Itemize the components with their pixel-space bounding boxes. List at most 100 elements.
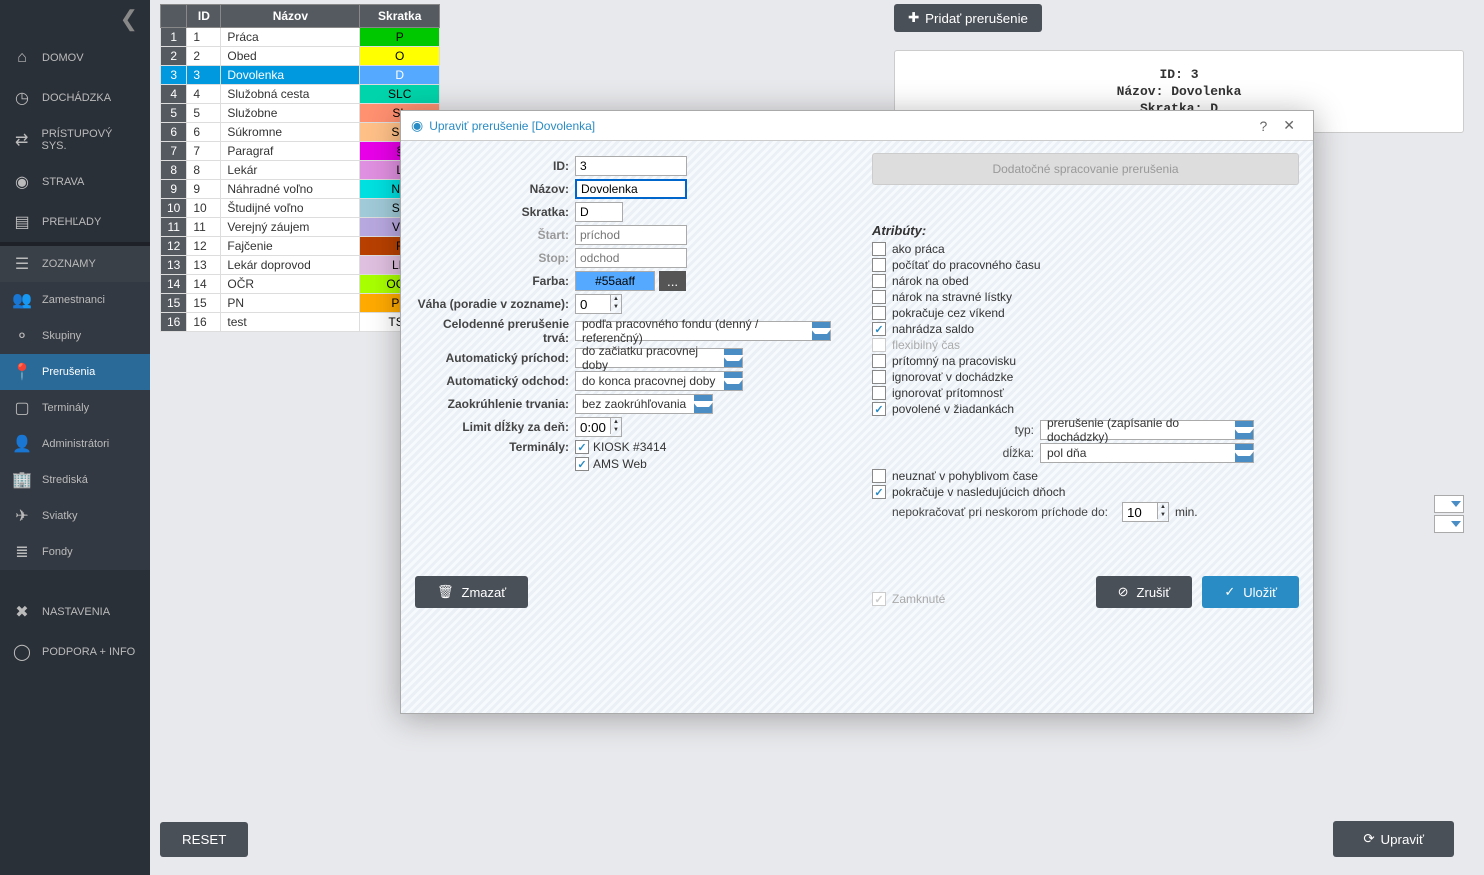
- attr-pokračuje-v-nasledujúcich-dňoch[interactable]: pokračuje v nasledujúcich dňoch: [872, 485, 1299, 499]
- side-dd-2[interactable]: [1434, 515, 1464, 533]
- help-icon[interactable]: ?: [1251, 118, 1275, 134]
- edit-interruption-dialog: ◉ Upraviť prerušenie [Dovolenka] ? ✕ ID:…: [400, 110, 1314, 714]
- sidebar-collapse-icon[interactable]: ❮: [0, 0, 150, 38]
- short-field[interactable]: [575, 202, 623, 222]
- nav-administrtori[interactable]: 👤Administrátori: [0, 426, 150, 462]
- name-field[interactable]: [575, 179, 687, 199]
- cancel-button[interactable]: ⊘ Zrušiť: [1096, 576, 1193, 608]
- attr-nárok-na-obed[interactable]: nárok na obed: [872, 274, 1299, 288]
- nav-preruenia[interactable]: 📍Prerušenia: [0, 354, 150, 390]
- attributes-title: Atribúty:: [872, 223, 1299, 238]
- terminal-kiosk-checkbox[interactable]: [575, 440, 589, 454]
- dialog-footer: 🗑 Zmazať ⊘ Zrušiť ✓ Uložiť: [401, 564, 1313, 620]
- typ-select[interactable]: prerušenie (zapísanie do dochádzky): [1040, 420, 1254, 440]
- attr-ignorovať-v-dochádzke[interactable]: ignorovať v dochádzke: [872, 370, 1299, 384]
- id-field[interactable]: [575, 156, 687, 176]
- table-row[interactable]: 22ObedO: [161, 47, 440, 66]
- table-row[interactable]: 1515PNPN: [161, 294, 440, 313]
- list-icon: ☰: [12, 254, 32, 274]
- dialog-title: Upraviť prerušenie [Dovolenka]: [429, 119, 1251, 133]
- table-row[interactable]: 77Paragraf§: [161, 142, 440, 161]
- home-icon: ⌂: [12, 48, 32, 68]
- terminal-amsweb-checkbox[interactable]: [575, 457, 589, 471]
- table-row[interactable]: 1313Lekár doprovodLD: [161, 256, 440, 275]
- attr-neuznať-v-pohyblivom-čase[interactable]: neuznať v pohyblivom čase: [872, 469, 1299, 483]
- table-row[interactable]: 1010Študijné voľnoSV: [161, 199, 440, 218]
- stop-field[interactable]: [575, 248, 687, 268]
- holiday-icon: ✈: [12, 506, 32, 526]
- additional-processing-button[interactable]: Dodatočné spracovanie prerušenia: [872, 153, 1299, 185]
- terminal-icon: ▢: [12, 398, 32, 418]
- table-row[interactable]: 1212FajčenieF: [161, 237, 440, 256]
- nav-prehady[interactable]: ▤PREHĽADY: [0, 202, 150, 242]
- clock-icon: ◷: [12, 88, 32, 108]
- attr-pokračuje-cez-víkend[interactable]: pokračuje cez víkend: [872, 306, 1299, 320]
- reset-button[interactable]: RESET: [160, 822, 248, 857]
- nav-domov[interactable]: ⌂DOMOV: [0, 38, 150, 78]
- table-row[interactable]: 1111Verejný záujemVZ: [161, 218, 440, 237]
- interruptions-table: ID Názov Skratka 11PrácaP22ObedO33Dovole…: [160, 4, 440, 332]
- building-icon: 🏢: [12, 470, 32, 490]
- attr-prítomný-na-pracovisku[interactable]: prítomný na pracovisku: [872, 354, 1299, 368]
- attr-počítať-do-pracovného-času[interactable]: počítať do pracovného času: [872, 258, 1299, 272]
- table-row[interactable]: 55SlužobneSL: [161, 104, 440, 123]
- dialog-header: ◉ Upraviť prerušenie [Dovolenka] ? ✕: [401, 111, 1313, 141]
- nav-nastavenia[interactable]: ✖NASTAVENIA: [0, 592, 150, 632]
- attr-flexibilný-čas: flexibilný čas: [872, 338, 1299, 352]
- table-row[interactable]: 33DovolenkaD: [161, 66, 440, 85]
- nav-fondy[interactable]: ≣Fondy: [0, 534, 150, 570]
- nav-sviatky[interactable]: ✈Sviatky: [0, 498, 150, 534]
- table-row[interactable]: 1616testTST: [161, 313, 440, 332]
- auto-out-select[interactable]: do konca pracovnej doby: [575, 371, 743, 391]
- close-icon[interactable]: ✕: [1275, 117, 1303, 134]
- nav-stredisk[interactable]: 🏢Strediská: [0, 462, 150, 498]
- color-field[interactable]: [575, 271, 655, 291]
- table-row[interactable]: 88LekárL: [161, 161, 440, 180]
- edit-button[interactable]: ⟳ Upraviť: [1333, 821, 1454, 857]
- attr-povolené-v-žiadankách[interactable]: povolené v žiadankách: [872, 402, 1299, 416]
- nav-skupiny[interactable]: ⚬Skupiny: [0, 318, 150, 354]
- attr-ignorovať-prítomnosť[interactable]: ignorovať prítomnosť: [872, 386, 1299, 400]
- stack-icon: ≣: [12, 542, 32, 562]
- table-row[interactable]: 1414OČROCR: [161, 275, 440, 294]
- color-picker-button[interactable]: ...: [659, 271, 686, 291]
- access-icon: ⇄: [12, 130, 31, 150]
- food-icon: ◉: [12, 172, 32, 192]
- plus-icon: ✚: [908, 10, 919, 26]
- save-button[interactable]: ✓ Uložiť: [1202, 576, 1299, 608]
- table-row[interactable]: 44Služobná cestaSLC: [161, 85, 440, 104]
- nav-prstupovsys[interactable]: ⇄PRÍSTUPOVÝ SYS.: [0, 118, 150, 162]
- pins-icon: 📍: [12, 362, 32, 382]
- col-id[interactable]: ID: [187, 5, 221, 28]
- delete-button[interactable]: 🗑 Zmazať: [415, 576, 528, 608]
- reports-icon: ▤: [12, 212, 32, 232]
- dialog-right-form: Dodatočné spracovanie prerušenia Atribút…: [872, 153, 1299, 608]
- pin-icon: ◉: [411, 117, 423, 134]
- nav-dochdzka[interactable]: ◷DOCHÁDZKA: [0, 78, 150, 118]
- fullday-select[interactable]: podľa pracovného fondu (denný / referenč…: [575, 321, 831, 341]
- table-row[interactable]: 99Náhradné voľnoNV: [161, 180, 440, 199]
- weight-spinner[interactable]: ▲▼: [575, 294, 622, 314]
- nav-podporainfo[interactable]: ◯PODPORA + INFO: [0, 632, 150, 672]
- table-row[interactable]: 66SúkromneSU: [161, 123, 440, 142]
- table-row[interactable]: 11PrácaP: [161, 28, 440, 47]
- col-name[interactable]: Názov: [221, 5, 360, 28]
- nav-zamestnanci[interactable]: 👥Zamestnanci: [0, 282, 150, 318]
- rounding-select[interactable]: bez zaokrúhľovania: [575, 394, 713, 414]
- auto-in-select[interactable]: do začiatku pracovnej doby: [575, 348, 743, 368]
- nav-strava[interactable]: ◉STRAVA: [0, 162, 150, 202]
- side-dd-1[interactable]: [1434, 495, 1464, 513]
- start-field[interactable]: [575, 225, 687, 245]
- sidebar: ❮ ⌂DOMOV◷DOCHÁDZKA⇄PRÍSTUPOVÝ SYS.◉STRAV…: [0, 0, 150, 875]
- attr-nárok-na-stravné-lístky[interactable]: nárok na stravné lístky: [872, 290, 1299, 304]
- dlzka-select[interactable]: pol dňa: [1040, 443, 1254, 463]
- nav-zoznamy[interactable]: ☰ZOZNAMY: [0, 246, 150, 282]
- nepokracovat-spinner[interactable]: ▲▼: [1122, 502, 1169, 522]
- attr-ako-práca[interactable]: ako práca: [872, 242, 1299, 256]
- day-limit-spinner[interactable]: ▲▼: [575, 417, 622, 437]
- nav-terminly[interactable]: ▢Terminály: [0, 390, 150, 426]
- attr-nahrádza-saldo[interactable]: nahrádza saldo: [872, 322, 1299, 336]
- add-interruption-button[interactable]: ✚ Pridať prerušenie: [894, 4, 1042, 32]
- people-icon: 👥: [12, 290, 32, 310]
- col-short[interactable]: Skratka: [360, 5, 440, 28]
